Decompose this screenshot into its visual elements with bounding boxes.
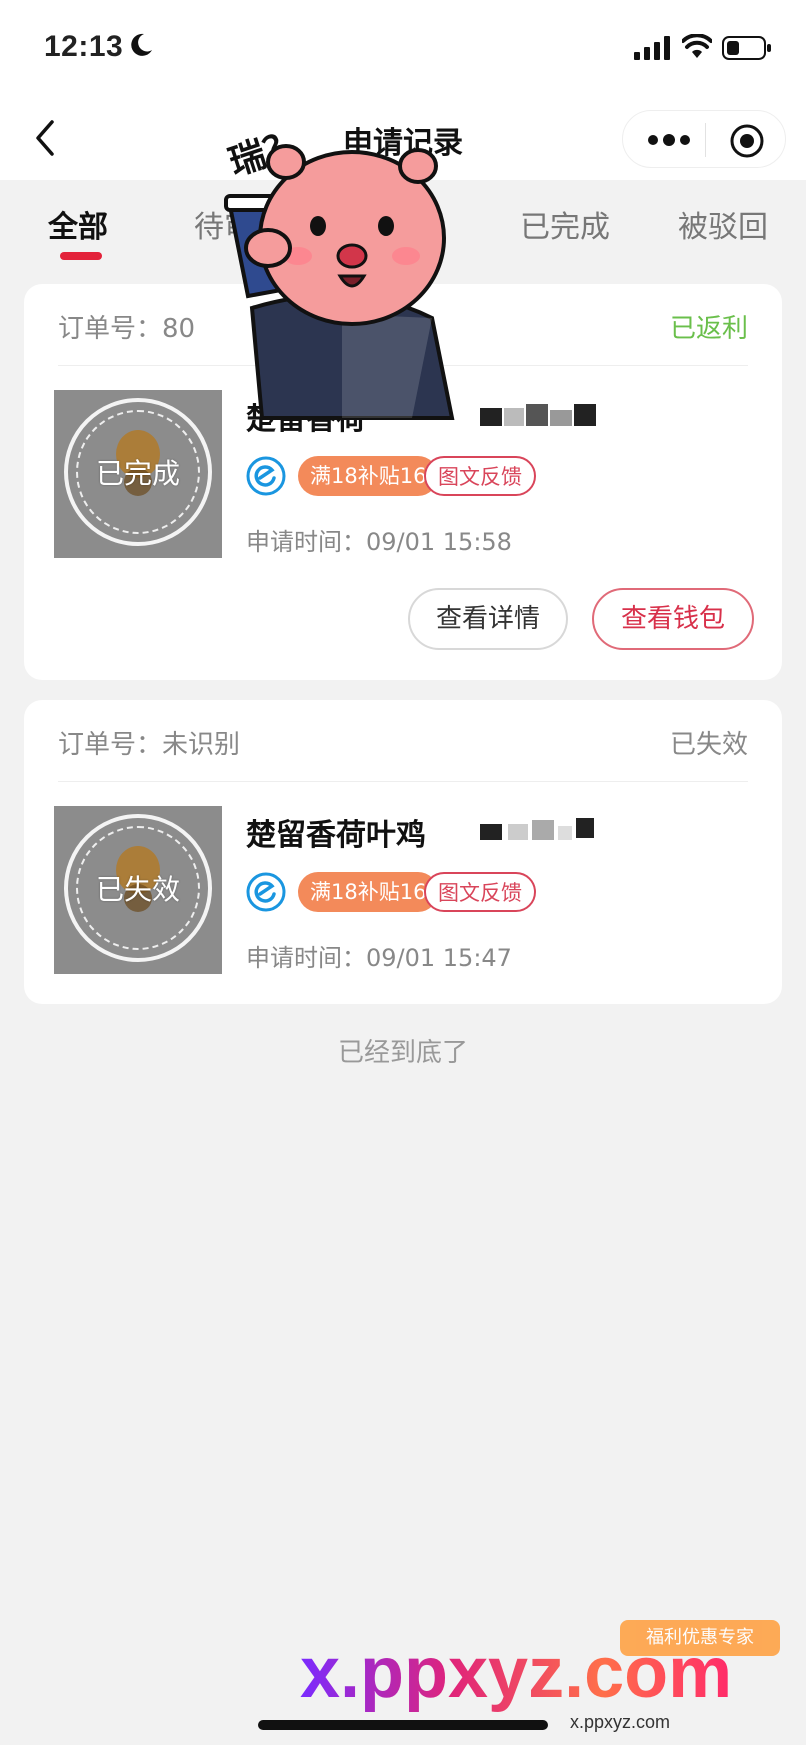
view-wallet-button[interactable]: 查看钱包 — [592, 588, 754, 650]
tab-completed[interactable]: 已完成 — [520, 202, 610, 246]
order-number: 订单号：80 — [58, 314, 196, 344]
redacted-blur — [480, 818, 594, 840]
redacted-blur — [480, 404, 596, 426]
shop-name: 楚留香荷叶鸡 — [246, 818, 426, 853]
wifi-icon — [682, 34, 712, 58]
eleme-icon — [246, 872, 286, 912]
home-indicator — [258, 1720, 548, 1730]
apply-time: 申请时间：09/01 15:58 — [246, 528, 512, 556]
tab-all[interactable]: 全部 — [48, 202, 108, 246]
stamp-label: 已完成 — [95, 457, 180, 490]
order-status: 已返利 — [669, 314, 748, 344]
apply-time: 申请时间：09/01 15:47 — [246, 944, 512, 972]
feedback-tag: 图文反馈 — [424, 456, 536, 496]
more-icon[interactable] — [647, 130, 691, 150]
order-number: 订单号：未识别 — [58, 730, 241, 760]
moon-icon — [131, 33, 152, 56]
status-bar: 12:13 — [0, 0, 806, 96]
battery-icon — [722, 36, 771, 60]
order-status: 已失效 — [669, 730, 748, 760]
mini-program-capsule — [622, 110, 786, 168]
view-detail-button[interactable]: 查看详情 — [408, 588, 568, 650]
clock: 12:13 — [44, 30, 124, 63]
subsidy-tag: 满18补贴16 — [298, 456, 439, 496]
close-target-icon[interactable] — [729, 123, 765, 159]
subsidy-tag: 满18补贴16 — [298, 872, 439, 912]
watermark-url: x.ppxyz.com — [570, 1712, 671, 1732]
shop-thumbnail: 已完成 — [54, 390, 222, 558]
eleme-icon — [246, 456, 286, 496]
feedback-tag: 图文反馈 — [424, 872, 536, 912]
stamp-label: 已失效 — [95, 873, 180, 906]
order-card-header: 订单号：未识别 已失效 — [58, 700, 748, 782]
order-card: 订单号：未识别 已失效 已失效 楚留香荷叶鸡 满18补贴16 图文反馈 申请时间… — [24, 700, 782, 1004]
capsule-divider — [705, 123, 706, 157]
beaver-sticker: 瑞？ — [224, 123, 455, 420]
shop-thumbnail: 已失效 — [54, 806, 222, 974]
signal-icon — [634, 36, 670, 60]
end-of-list-text: 已经到底了 — [337, 1038, 468, 1068]
watermark-logo: x.ppxyz.com — [300, 1633, 733, 1713]
tab-rejected[interactable]: 被驳回 — [678, 202, 768, 246]
active-tab-indicator — [60, 252, 102, 260]
